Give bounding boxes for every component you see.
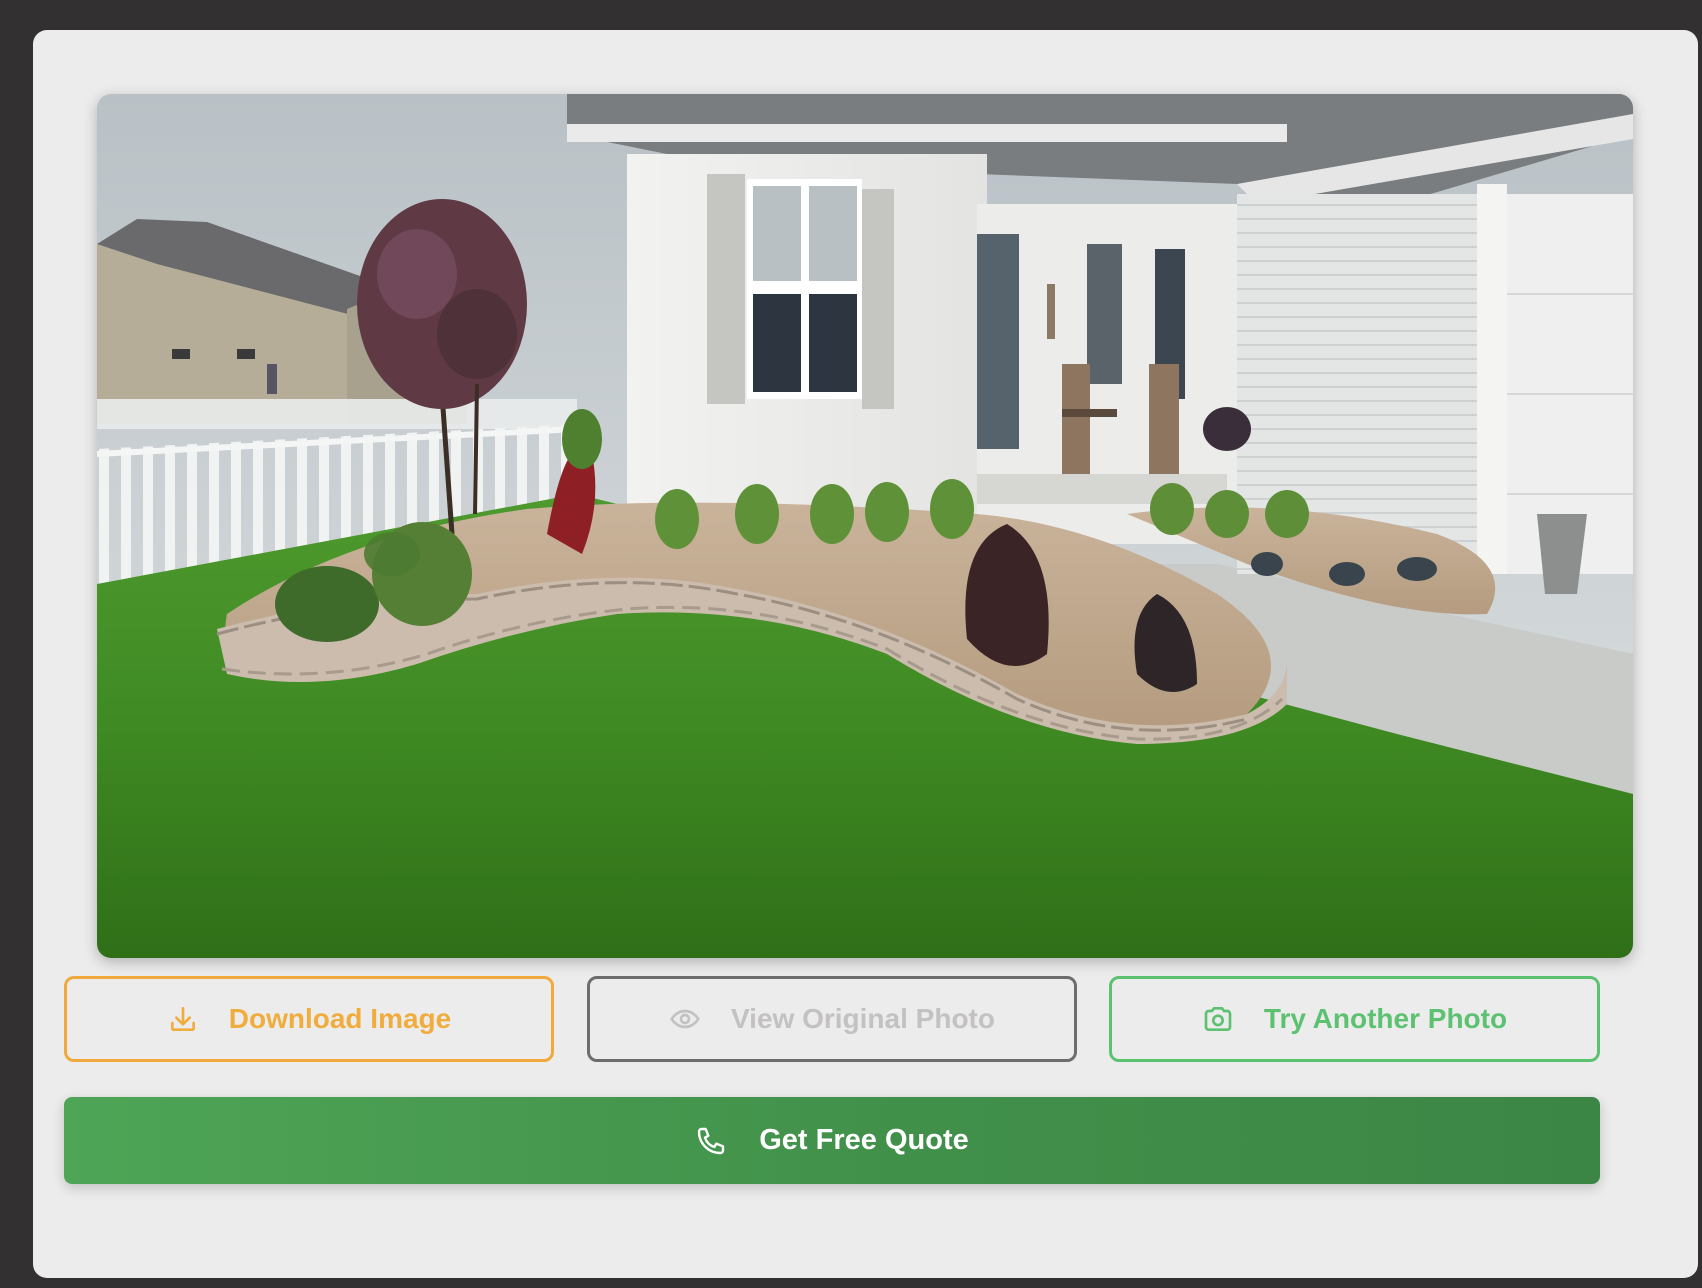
view-original-photo-button[interactable]: View Original Photo bbox=[587, 976, 1077, 1062]
download-image-label: Download Image bbox=[228, 1003, 452, 1034]
camera-icon bbox=[1202, 1003, 1234, 1035]
phone-icon bbox=[695, 1125, 727, 1157]
get-free-quote-label: Get Free Quote bbox=[759, 1124, 969, 1156]
try-another-photo-label: Try Another Photo bbox=[1263, 1003, 1508, 1034]
view-original-photo-label: View Original Photo bbox=[731, 1003, 995, 1034]
photo-illustration bbox=[97, 94, 1633, 958]
get-free-quote-button[interactable]: Get Free Quote bbox=[64, 1097, 1600, 1184]
result-card bbox=[33, 30, 1698, 1278]
try-another-photo-button[interactable]: Try Another Photo bbox=[1109, 976, 1600, 1062]
download-image-button[interactable]: Download Image bbox=[64, 976, 554, 1062]
download-icon bbox=[167, 1003, 199, 1035]
eye-icon bbox=[669, 1003, 701, 1035]
landscaped-house-photo bbox=[97, 94, 1633, 958]
